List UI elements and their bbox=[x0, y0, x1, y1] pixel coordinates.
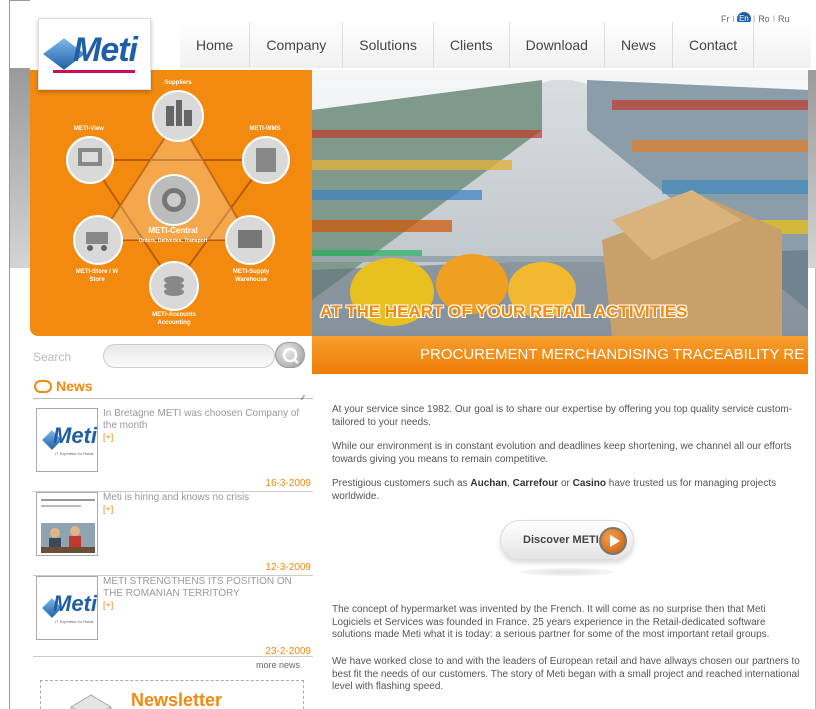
button-reflection bbox=[520, 568, 614, 576]
news-item[interactable]: Meti IT Expertise for Retail METI STRENG… bbox=[33, 576, 313, 660]
product-diagram: Suppliers METI-View METI-WMS METI-Centra… bbox=[30, 70, 312, 336]
news-item[interactable]: Meti IT Expertise for Retail In Bretagne… bbox=[33, 408, 313, 492]
envelope-icon bbox=[70, 694, 112, 709]
more-news-link[interactable]: more news bbox=[256, 660, 300, 670]
play-arrow-icon bbox=[599, 527, 627, 555]
nav-clients[interactable]: Clients bbox=[432, 22, 509, 68]
node-suppliers-label: Suppliers bbox=[164, 80, 192, 86]
news-headline[interactable]: Meti is hiring and knows no crisis bbox=[103, 492, 311, 504]
news-more-link[interactable]: [+] bbox=[103, 600, 113, 610]
nav-end-cap bbox=[753, 22, 812, 68]
nav-home[interactable]: Home bbox=[180, 22, 250, 68]
thumb-logo-text: Meti bbox=[53, 591, 97, 616]
node-store-sub: Store bbox=[89, 277, 105, 283]
newsletter-title: Newsletter bbox=[131, 690, 223, 709]
customer-casino: Casino bbox=[572, 478, 606, 489]
node-view-label: METI-View bbox=[74, 126, 104, 132]
logo-text: Meti bbox=[73, 31, 138, 69]
supermarket-aisle-image bbox=[312, 70, 808, 336]
news-more-link[interactable]: [+] bbox=[103, 432, 113, 442]
main-nav: Home Company Solutions Clients Download … bbox=[180, 22, 812, 68]
services-ticker: PROCUREMENT MERCHANDISING TRACEABILITY R… bbox=[312, 336, 808, 374]
left-gray-band bbox=[10, 68, 30, 268]
customers-text-pre: Prestigious customers such as bbox=[332, 478, 471, 489]
nav-solutions[interactable]: Solutions bbox=[342, 22, 433, 68]
node-wms-label: METI-WMS bbox=[249, 126, 281, 132]
news-thumbnail: Meti IT Expertise for Retail bbox=[36, 576, 98, 640]
thumb-tagline: IT Expertise for Retail bbox=[55, 619, 94, 624]
node-store-label: METI-Store / W bbox=[75, 269, 119, 275]
nav-company[interactable]: Company bbox=[249, 22, 343, 68]
intro-paragraph: At your service since 1982. Our goal is … bbox=[332, 404, 793, 428]
nav-contact[interactable]: Contact bbox=[671, 22, 754, 68]
partners-paragraph: We have worked close to and with the lea… bbox=[332, 656, 800, 692]
banner-caption: AT THE HEART OF YOUR RETAIL ACTIVITIES bbox=[320, 302, 688, 321]
node-central-label: METI-Central bbox=[148, 226, 198, 235]
news-thumbnail-photo bbox=[36, 492, 98, 556]
search-input[interactable] bbox=[103, 344, 275, 368]
discover-label: Discover METI bbox=[523, 534, 599, 546]
news-headline[interactable]: In Bretagne METI was choosen Company of … bbox=[103, 408, 311, 432]
right-gray-band bbox=[808, 68, 816, 268]
logo-underline bbox=[53, 70, 135, 73]
diagram-graphic bbox=[66, 90, 290, 311]
customer-auchan: Auchan bbox=[470, 478, 508, 489]
news-title: News bbox=[56, 378, 93, 394]
node-accounts-sub: Accounting bbox=[157, 320, 191, 326]
node-accounts-label: METI-Accounts bbox=[152, 312, 196, 318]
search-label: Search bbox=[33, 350, 72, 364]
environment-paragraph: While our environment is in constant evo… bbox=[332, 441, 792, 465]
customer-carrefour: Carrefour bbox=[512, 478, 559, 489]
node-central-sub: Orders, Deliveries, Transport bbox=[138, 238, 208, 244]
speech-bubble-icon bbox=[34, 379, 52, 393]
news-heading: News bbox=[34, 378, 93, 394]
news-item[interactable]: Meti is hiring and knows no crisis [+] 1… bbox=[33, 492, 313, 576]
news-date: 16-3-2009 bbox=[265, 478, 311, 489]
news-divider bbox=[33, 398, 313, 399]
node-supply-sub: Warehouse bbox=[234, 277, 268, 283]
news-thumbnail: Meti IT Expertise for Retail bbox=[36, 408, 98, 472]
news-more-link[interactable]: [+] bbox=[103, 504, 113, 514]
discover-meti-button[interactable]: Discover METI bbox=[500, 520, 634, 560]
nav-download[interactable]: Download bbox=[508, 22, 604, 68]
thumb-logo-text: Meti bbox=[53, 423, 97, 448]
news-separator bbox=[33, 656, 313, 657]
hero-banner: AT THE HEART OF YOUR RETAIL ACTIVITIES bbox=[312, 70, 808, 336]
newsletter-box[interactable]: Newsletter bbox=[40, 680, 304, 709]
customers-sep: or bbox=[558, 478, 573, 489]
nav-news[interactable]: News bbox=[603, 22, 672, 68]
search-icon bbox=[282, 347, 299, 364]
news-date: 12-3-2009 bbox=[265, 562, 311, 573]
office-photo-image bbox=[37, 493, 97, 555]
node-supply-label: METI-Supply bbox=[232, 269, 270, 275]
page: Fr | En | Ro | Ru Home Company Solutions… bbox=[0, 0, 816, 709]
search-button[interactable] bbox=[275, 342, 305, 368]
thumb-tagline: IT Expertise for Retail bbox=[55, 451, 94, 456]
resize-corner-icon: ⁄⁄ bbox=[302, 395, 305, 402]
news-headline[interactable]: METI STRENGTHENS ITS POSITION ON THE ROM… bbox=[103, 576, 311, 600]
meti-logo[interactable]: Meti bbox=[38, 18, 151, 90]
customers-paragraph: Prestigious customers such as Auchan, Ca… bbox=[332, 478, 802, 503]
history-paragraph: The concept of hypermarket was invented … bbox=[332, 604, 770, 640]
